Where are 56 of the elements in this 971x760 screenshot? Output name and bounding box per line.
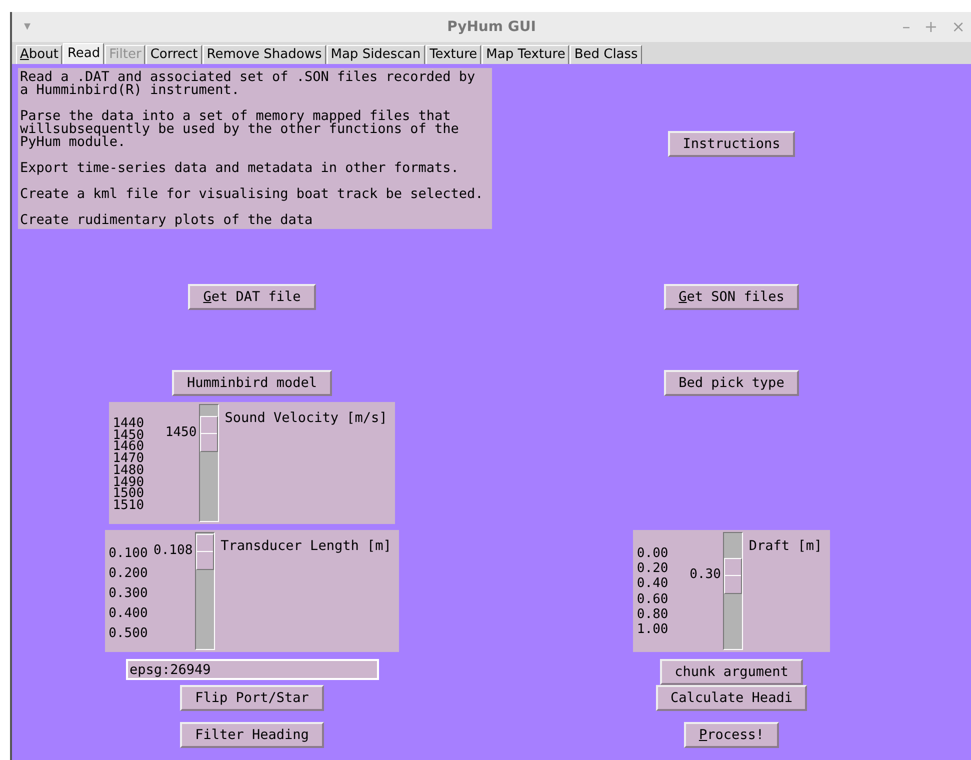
- tick-label: 1.00: [636, 624, 668, 636]
- scale-label: Transducer Length [m]: [220, 537, 392, 556]
- tab[interactable]: Correct: [146, 45, 202, 64]
- slider-track[interactable]: [194, 532, 215, 650]
- button[interactable]: Filter Heading: [180, 722, 324, 748]
- description-text: Create rudimentary plots of the data: [20, 214, 314, 227]
- scale-value: 0.108: [154, 544, 193, 558]
- slider-thumb[interactable]: [200, 416, 218, 452]
- slider-thumb[interactable]: [196, 534, 214, 570]
- description-text: Parse the data into a set of memory mapped files that willsubsequently be used by the other functions of the PyHum module.: [20, 110, 460, 149]
- tick-label: 1450: [112, 430, 144, 442]
- button[interactable]: Get DAT file: [188, 284, 316, 310]
- button[interactable]: Instructions: [668, 131, 796, 157]
- tick-label: 1510: [112, 500, 144, 512]
- scale-value: 1450: [165, 426, 197, 440]
- tab[interactable]: About: [16, 45, 62, 64]
- button[interactable]: chunk argument: [660, 659, 804, 685]
- tick-label: 0.40: [636, 578, 668, 590]
- tab[interactable]: Map Sidescan: [326, 45, 425, 64]
- tick-label: 0.60: [636, 594, 668, 606]
- text-field[interactable]: epsg:26949: [126, 659, 378, 680]
- tab[interactable]: Texture: [426, 45, 482, 64]
- description-text: Export time-series data and metadata in other formats.: [20, 162, 460, 175]
- tick-label: 0.200: [108, 568, 148, 580]
- tick-label: 0.00: [636, 548, 668, 560]
- tick-label: 0.100: [108, 548, 148, 560]
- tab[interactable]: Bed Class: [570, 45, 642, 64]
- tick-label: 1490: [112, 476, 144, 489]
- tick-label: 1460: [112, 441, 144, 454]
- description-text: Create a kml file for visualising boat track be selected.: [20, 188, 484, 201]
- tick-label: 0.80: [636, 608, 668, 621]
- tick-label: 1470: [112, 453, 144, 466]
- slider-track[interactable]: [722, 532, 743, 650]
- button[interactable]: Calculate Headi: [656, 685, 808, 711]
- tab[interactable]: Read: [63, 43, 104, 64]
- tick-label: 0.300: [108, 588, 148, 600]
- scale-label: Draft [m]: [748, 537, 824, 556]
- window-title: PyHum GUI: [447, 18, 536, 36]
- button[interactable]: Humminbird model: [172, 370, 332, 396]
- button[interactable]: Bed pick type: [664, 370, 800, 396]
- description-text: Read a .DAT and associated set of .SON files recorded by a Humminbird(R) instrument.: [20, 71, 476, 97]
- tick-label: 0.500: [108, 628, 148, 640]
- tab[interactable]: Map Texture: [482, 45, 570, 64]
- scale-value: 0.30: [690, 568, 721, 582]
- tick-label: 1440: [112, 418, 144, 430]
- button[interactable]: Process!: [684, 722, 780, 748]
- slider-thumb[interactable]: [724, 558, 742, 594]
- tick-label: 1500: [112, 488, 144, 500]
- tab[interactable]: Remove Shadows: [202, 45, 326, 64]
- button[interactable]: Flip Port/Star: [180, 685, 324, 711]
- scale-label: Sound Velocity [m/s]: [224, 409, 388, 428]
- tick-label: 1480: [112, 464, 144, 477]
- slider-track[interactable]: [198, 404, 219, 522]
- tick-label: 0.20: [636, 563, 668, 576]
- tick-label: 0.400: [108, 608, 148, 620]
- button[interactable]: Get SON files: [664, 284, 800, 310]
